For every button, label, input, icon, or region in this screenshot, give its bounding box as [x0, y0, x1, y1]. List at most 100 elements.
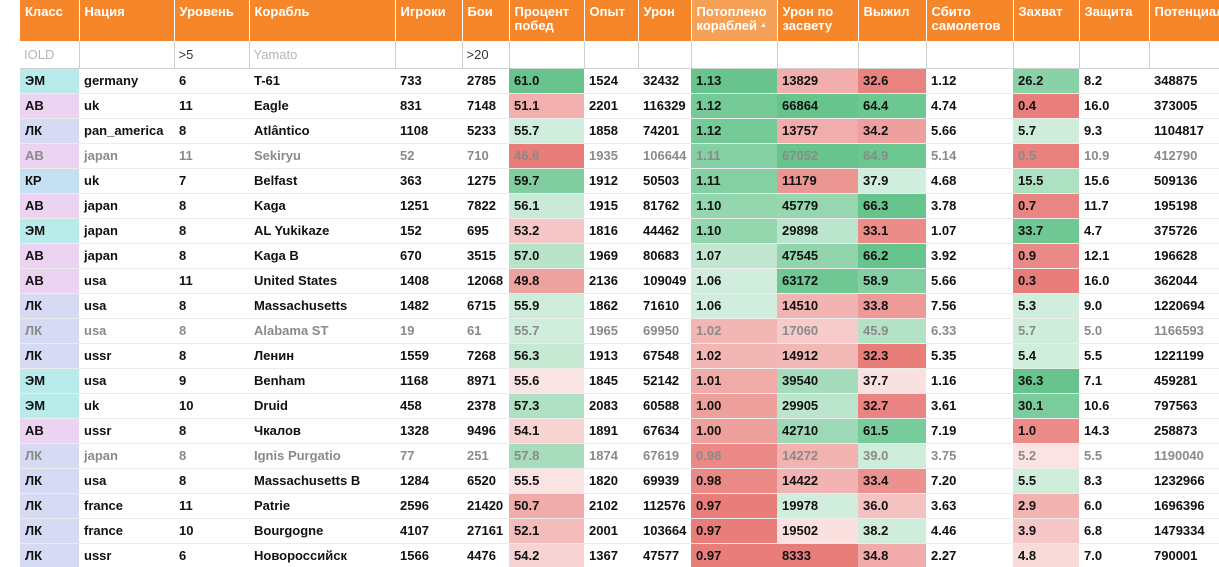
cell-damage: 80683 [638, 243, 691, 269]
col-header-spot-damage[interactable]: Урон по засвету [777, 0, 859, 41]
col-header-potential[interactable]: Потенциальный урон [1149, 0, 1219, 41]
table-row[interactable]: АВ ussr 8 Чкалов 1328 9496 54.1 1891 67634 1.00 42… [20, 418, 1219, 444]
table-row[interactable]: АВ japan 11 Sekiryu 52 710 46.6 1935 106644 1.11 6… [20, 143, 1219, 169]
table-row[interactable]: ЭМ germany 6 T-61 733 2785 61.0 1524 32432 1.13 13… [20, 68, 1219, 94]
cell-tier: 8 [174, 418, 249, 444]
col-header-capture[interactable]: Захват [1013, 0, 1080, 41]
cell-battles: 61 [462, 318, 509, 344]
col-header-planes[interactable]: Сбито самолетов [926, 0, 1014, 41]
col-header-winrate[interactable]: Процент побед [509, 0, 585, 41]
cell-defense: 7.1 [1079, 368, 1149, 394]
filter-cell [858, 41, 927, 69]
cell-tier: 7 [174, 168, 249, 194]
filter-input-class[interactable] [20, 41, 79, 67]
filter-cell [926, 41, 1014, 69]
cell-xp: 2001 [584, 518, 638, 544]
stats-table-container: Класс Нация Уровень Корабль Игроки Бои П… [20, 0, 1219, 567]
cell-ship: AL Yukikaze [249, 218, 395, 244]
cell-winrate: 55.7 [509, 118, 584, 144]
col-header-nation[interactable]: Нация [79, 0, 175, 41]
table-body: ЭМ germany 6 T-61 733 2785 61.0 1524 32432 1.13 13… [20, 68, 1219, 567]
cell-battles: 4476 [462, 543, 509, 567]
cell-nation: germany [79, 68, 174, 94]
filter-input-nation[interactable] [79, 41, 174, 67]
cell-players: 1284 [395, 468, 462, 494]
table-row[interactable]: АВ japan 8 Kaga B 670 3515 57.0 1969 80683 1.07 47… [20, 243, 1219, 269]
table-row[interactable]: ЭМ japan 8 AL Yukikaze 152 695 53.2 1816 44462 1.… [20, 218, 1219, 244]
table-row[interactable]: АВ usa 11 United States 1408 12068 49.8 2136 109… [20, 268, 1219, 294]
table-row[interactable]: ЛК usa 8 Alabama ST 19 61 55.7 1965 69950 1.02 170… [20, 318, 1219, 344]
table-row[interactable]: ЛК usa 8 Massachusetts 1482 6715 55.9 1862 71610… [20, 293, 1219, 319]
cell-xp: 2102 [584, 493, 638, 519]
cell-players: 670 [395, 243, 462, 269]
cell-damage: 44462 [638, 218, 691, 244]
cell-winrate: 49.8 [509, 268, 584, 294]
table-row[interactable]: АВ uk 11 Eagle 831 7148 51.1 2201 116329 1.12 6686… [20, 93, 1219, 119]
col-header-defense[interactable]: Защита [1079, 0, 1150, 41]
filter-input-battles[interactable] [462, 41, 509, 67]
col-header-damage[interactable]: Урон [638, 0, 692, 41]
filter-input-xp[interactable] [584, 41, 638, 67]
col-header-ship[interactable]: Корабль [249, 0, 396, 41]
filter-input-damage[interactable] [638, 41, 691, 67]
filter-input-spot-damage[interactable] [777, 41, 858, 67]
cell-tier: 6 [174, 543, 249, 567]
cell-tier: 8 [174, 443, 249, 469]
cell-nation: pan_america [79, 118, 174, 144]
cell-potential: 1104817 [1149, 118, 1219, 144]
table-row[interactable]: ЛК japan 8 Ignis Purgatio 77 251 57.8 1874 67619… [20, 443, 1219, 469]
cell-survived: 64.4 [858, 93, 926, 119]
cell-class: ЛК [20, 518, 79, 544]
table-row[interactable]: АВ japan 8 Kaga 1251 7822 56.1 1915 81762 1.10 457… [20, 193, 1219, 219]
cell-xp: 1524 [584, 68, 638, 94]
cell-capture: 15.5 [1013, 168, 1079, 194]
cell-survived: 37.7 [858, 368, 926, 394]
cell-xp: 2201 [584, 93, 638, 119]
col-header-class[interactable]: Класс [20, 0, 80, 41]
col-header-battles[interactable]: Бои [462, 0, 510, 41]
cell-tier: 8 [174, 243, 249, 269]
filter-input-potential[interactable] [1149, 41, 1219, 67]
cell-tier: 11 [174, 93, 249, 119]
cell-winrate: 57.8 [509, 443, 584, 469]
cell-battles: 5233 [462, 118, 509, 144]
cell-battles: 3515 [462, 243, 509, 269]
cell-spot-damage: 14510 [777, 293, 858, 319]
cell-survived: 36.0 [858, 493, 926, 519]
col-header-tier[interactable]: Уровень [174, 0, 250, 41]
cell-winrate: 59.7 [509, 168, 584, 194]
filter-input-defense[interactable] [1079, 41, 1149, 67]
table-row[interactable]: ЛК france 10 Bourgogne 4107 27161 52.1 2001 1036… [20, 518, 1219, 544]
col-header-xp[interactable]: Опыт [584, 0, 639, 41]
filter-input-tier[interactable] [174, 41, 249, 67]
filter-input-capture[interactable] [1013, 41, 1079, 67]
table-row[interactable]: ЛК usa 8 Massachusetts B 1284 6520 55.5 1820 699… [20, 468, 1219, 494]
cell-damage: 67619 [638, 443, 691, 469]
col-header-kills[interactable]: Потоплено кораблей ▲ [691, 0, 778, 41]
cell-xp: 1367 [584, 543, 638, 567]
filter-input-winrate[interactable] [509, 41, 584, 67]
table-row[interactable]: ЭМ usa 9 Benham 1168 8971 55.6 1845 52142 1.01 395… [20, 368, 1219, 394]
table-row[interactable]: ЭМ uk 10 Druid 458 2378 57.3 2083 60588 1.00 29905… [20, 393, 1219, 419]
table-row[interactable]: ЛК france 11 Patrie 2596 21420 50.7 2102 112576 0… [20, 493, 1219, 519]
cell-class: ЛК [20, 468, 79, 494]
table-row[interactable]: ЛК ussr 6 Новороссийск 1566 4476 54.2 1367 47577… [20, 543, 1219, 567]
cell-survived: 58.9 [858, 268, 926, 294]
cell-tier: 9 [174, 368, 249, 394]
cell-nation: japan [79, 143, 174, 169]
col-header-players[interactable]: Игроки [395, 0, 463, 41]
cell-players: 831 [395, 93, 462, 119]
table-row[interactable]: КР uk 7 Belfast 363 1275 59.7 1912 50503 1.11 1117… [20, 168, 1219, 194]
col-header-survived[interactable]: Выжил [858, 0, 927, 41]
cell-damage: 69950 [638, 318, 691, 344]
filter-input-players[interactable] [395, 41, 462, 67]
cell-kills: 1.10 [691, 193, 777, 219]
cell-players: 363 [395, 168, 462, 194]
filter-input-survived[interactable] [858, 41, 926, 67]
cell-battles: 6520 [462, 468, 509, 494]
table-row[interactable]: ЛК ussr 8 Ленин 1559 7268 56.3 1913 67548 1.02 149… [20, 343, 1219, 369]
filter-input-kills[interactable] [691, 41, 777, 67]
filter-input-planes[interactable] [926, 41, 1013, 67]
filter-input-ship[interactable] [249, 41, 395, 67]
table-row[interactable]: ЛК pan_america 8 Atlântico 1108 5233 55.7 1858 7… [20, 118, 1219, 144]
